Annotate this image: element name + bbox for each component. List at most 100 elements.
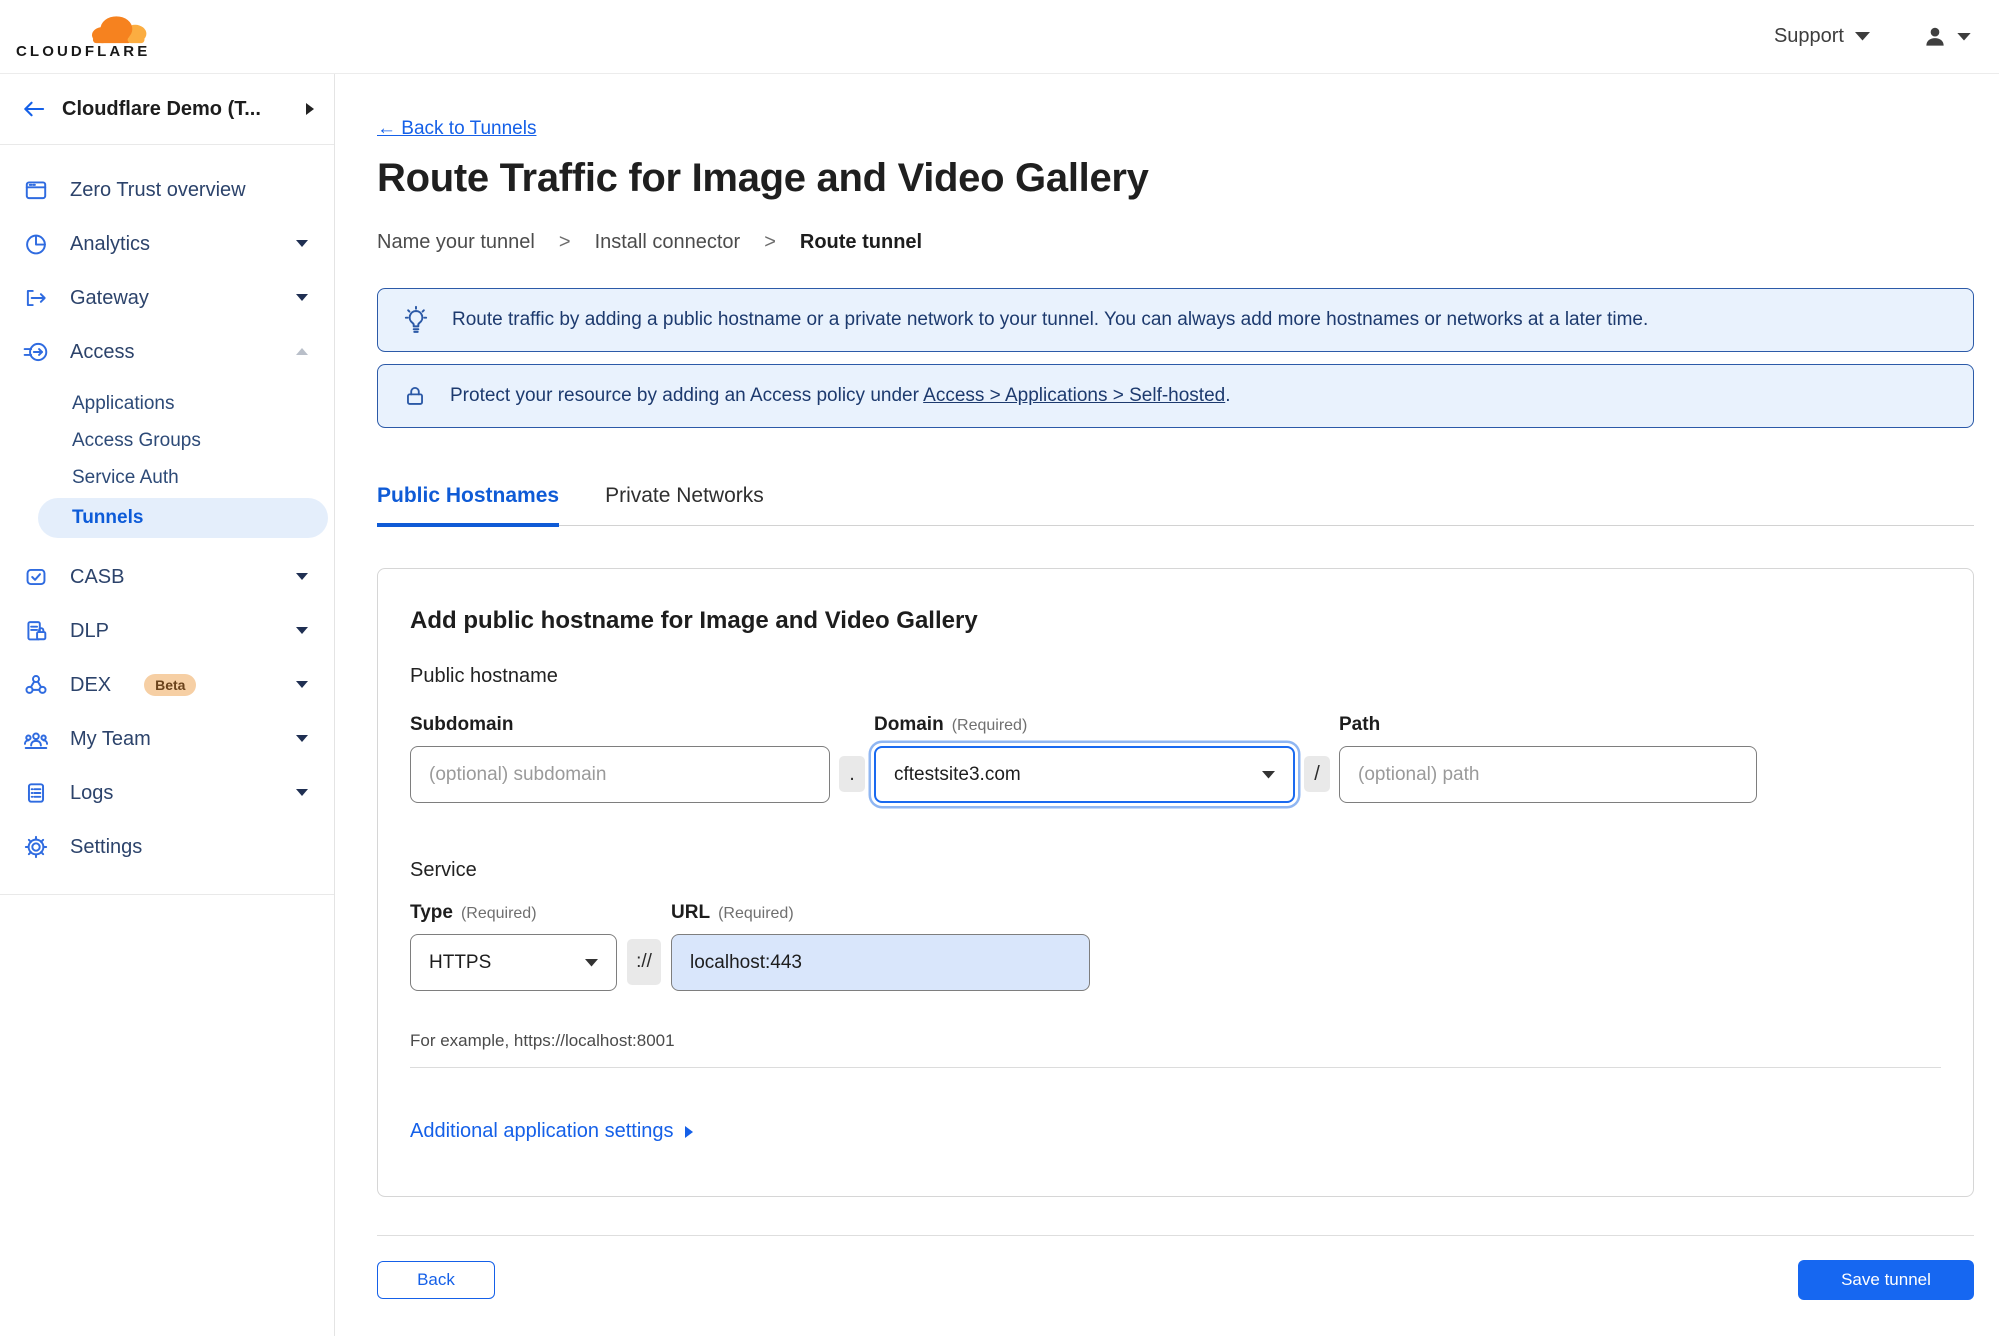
chevron-right-icon [684,1125,693,1138]
gateway-icon [22,285,49,311]
back-to-tunnels-link[interactable]: ← Back to Tunnels [377,118,536,140]
domain-select[interactable]: cftestsite3.com [874,746,1295,803]
analytics-icon [22,231,49,257]
sidebar-item-label: Gateway [70,286,149,309]
service-type-value: HTTPS [429,951,492,973]
sidebar-item-label: CASB [70,565,125,588]
step-separator: > [558,231,571,253]
banner-text: Protect your resource by adding an Acces… [450,385,1231,406]
sidebar-item-label: Analytics [70,232,151,255]
sidebar-item-label: DEX [70,673,112,696]
sidebar-item-my-team[interactable]: My Team [0,712,334,766]
card-heading: Add public hostname for Image and Video … [410,607,978,634]
url-label: URL (Required) [671,902,794,923]
user-icon [1926,27,1944,46]
tab-public-hostnames[interactable]: Public Hostnames [377,484,560,527]
card-divider [410,1067,1941,1068]
footer-actions: Back Save tunnel [377,1260,1974,1300]
sidebar-item-label: Logs [70,781,114,804]
chevron-down-icon [296,573,308,581]
chevron-down-icon [1957,32,1971,41]
sidebar-item-applications[interactable]: Applications [0,385,334,422]
tab-private-networks[interactable]: Private Networks [605,484,764,525]
sidebar-item-casb[interactable]: CASB [0,550,334,604]
sidebar-item-access-groups[interactable]: Access Groups [0,422,334,459]
sidebar-nav: Zero Trust overview Analytics Gateway Ac… [0,145,334,895]
support-label: Support [1773,25,1844,47]
subdomain-label: Subdomain [410,714,514,735]
sidebar-item-dlp[interactable]: DLP [0,604,334,658]
sidebar-divider [0,894,334,895]
dlp-icon [22,618,49,644]
beta-badge: Beta [144,674,197,696]
public-hostname-label: Public hostname [410,665,558,687]
save-tunnel-button[interactable]: Save tunnel [1798,1260,1974,1300]
service-type-select[interactable]: HTTPS [410,934,617,991]
sidebar-item-label: DLP [70,619,109,642]
required-hint: (Required) [951,717,1028,734]
step-route-tunnel: Route tunnel [799,231,923,253]
info-banner-access-policy: Protect your resource by adding an Acces… [377,364,1974,428]
sidebar-item-gateway[interactable]: Gateway [0,271,334,325]
sidebar-item-label: My Team [70,727,151,750]
chevron-down-icon [296,627,308,635]
sidebar-item-analytics[interactable]: Analytics [0,217,334,271]
url-input[interactable] [671,934,1090,991]
chevron-down-icon [1262,770,1275,778]
chevron-down-icon [296,294,308,302]
sidebar-item-label: Tunnels [72,507,144,528]
banner-text: Route traffic by adding a public hostnam… [452,309,1649,330]
sidebar-item-logs[interactable]: Logs [0,766,334,820]
access-icon [22,339,49,365]
logs-icon [22,780,49,806]
type-label: Type (Required) [410,902,537,923]
gear-icon [22,834,49,860]
access-subnav: Applications Access Groups Service Auth … [0,379,334,550]
sidebar-item-label: Zero Trust overview [70,178,246,201]
breadcrumb-steps: Name your tunnel > Install connector > R… [377,231,1974,254]
path-label: Path [1339,714,1381,735]
cloudflare-cloud-icon [92,15,147,43]
sidebar-item-zero-trust-overview[interactable]: Zero Trust overview [0,163,334,217]
additional-application-settings-link[interactable]: Additional application settings [410,1120,693,1143]
back-arrow-icon [24,101,45,117]
url-example-hint: For example, https://localhost:8001 [410,1031,675,1050]
account-name: Cloudflare Demo (T... [62,97,261,120]
slash-separator: / [1304,756,1330,792]
support-menu[interactable]: Support [1774,25,1870,48]
chevron-down-icon [296,240,308,248]
account-switcher[interactable]: Cloudflare Demo (T... [0,74,334,145]
overview-icon [22,177,49,203]
service-label: Service [410,859,477,881]
sidebar-item-service-auth[interactable]: Service Auth [0,459,334,496]
sidebar-item-label: Service Auth [72,466,179,488]
chevron-down-icon [296,789,308,797]
top-header: CLOUDFLARE Support [0,0,1999,74]
chevron-right-icon [306,103,314,115]
back-button[interactable]: Back [377,1261,495,1299]
access-applications-self-hosted-link[interactable]: Access > Applications > Self-hosted [923,385,1225,406]
info-banner-route-traffic: Route traffic by adding a public hostnam… [377,288,1974,352]
casb-icon [22,564,49,590]
sidebar-item-label: Access [70,340,135,363]
sidebar: Cloudflare Demo (T... Zero Trust overvie… [0,74,335,1336]
sidebar-item-tunnels[interactable]: Tunnels [38,498,328,538]
step-install-connector[interactable]: Install connector [595,231,741,254]
sidebar-item-dex[interactable]: DEX Beta [0,658,334,712]
lock-icon [402,383,428,409]
main-content: ← Back to Tunnels Route Traffic for Imag… [336,74,1999,1336]
sidebar-item-access[interactable]: Access [0,325,334,379]
step-name-your-tunnel[interactable]: Name your tunnel [377,231,535,254]
chevron-down-icon [296,735,308,743]
chevron-down-icon [1855,32,1870,41]
required-hint: (Required) [718,905,794,922]
subdomain-input[interactable] [410,746,830,803]
sidebar-item-label: Access Groups [72,429,201,451]
chevron-down-icon [585,958,598,966]
sidebar-item-label: Settings [70,835,143,858]
step-separator: > [764,231,776,253]
sidebar-item-label: Applications [72,392,175,414]
user-menu[interactable] [1922,24,1971,50]
path-input[interactable] [1339,746,1757,803]
sidebar-item-settings[interactable]: Settings [0,820,334,874]
